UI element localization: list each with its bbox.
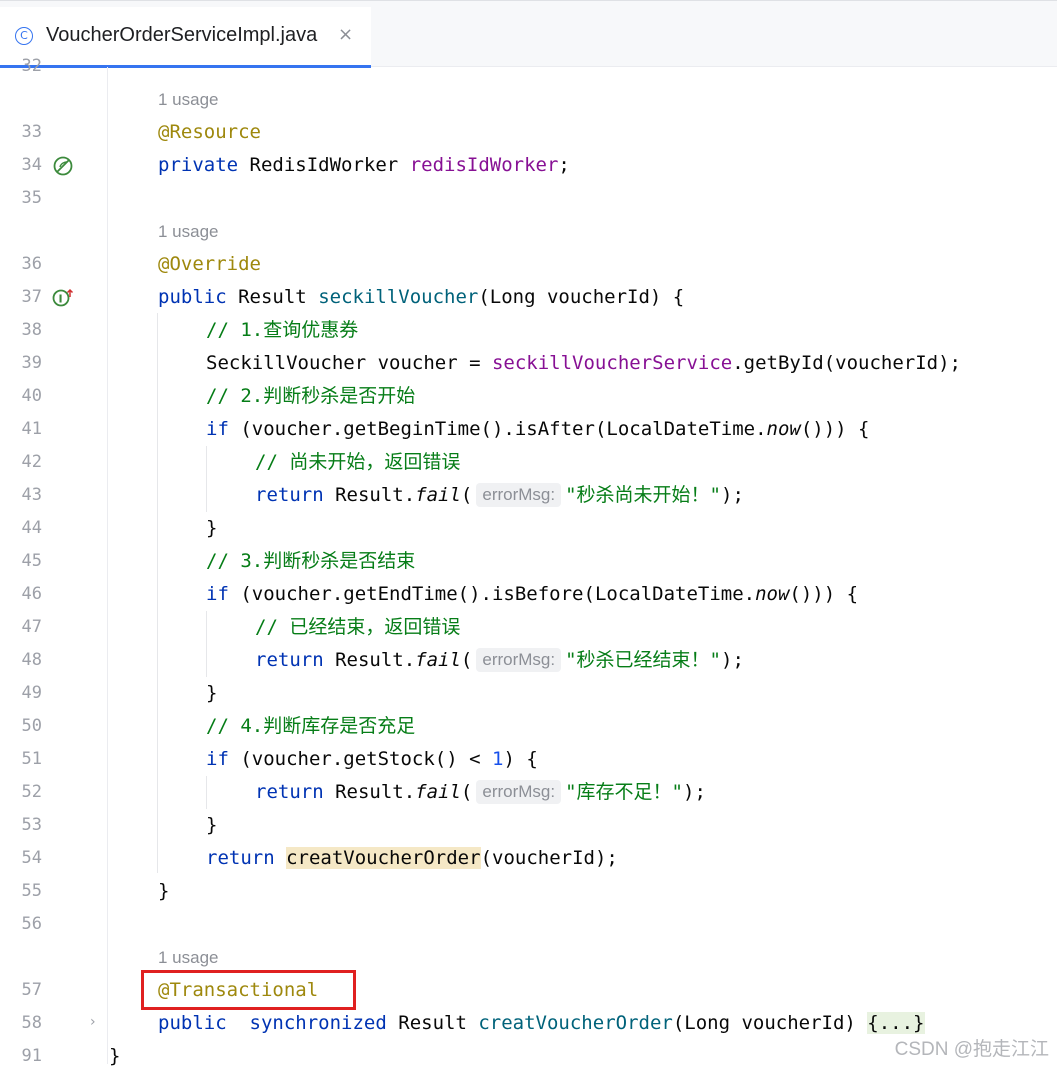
code-text: private RedisIdWorker redisIdWorker; xyxy=(158,154,570,176)
parameter-hint: errorMsg: xyxy=(476,648,562,672)
chevron-right-icon[interactable]: › xyxy=(90,1014,96,1030)
code-line: 53 } xyxy=(0,809,1057,842)
code-line: 41 if (voucher.getBeginTime().isAfter(Lo… xyxy=(0,413,1057,446)
code-comment: // 4.判断库存是否充足 xyxy=(206,715,416,737)
code-text: public synchronized Result creatVoucherO… xyxy=(158,1012,925,1034)
line-number: 43 xyxy=(21,485,42,505)
code-line: 34 private RedisIdWorker redisIdWorker; xyxy=(0,149,1057,182)
code-text: @Override xyxy=(158,253,261,275)
line-number: 42 xyxy=(21,452,42,472)
code-line: 55 } xyxy=(0,875,1057,908)
code-line: 39 SeckillVoucher voucher = seckillVouch… xyxy=(0,347,1057,380)
line-number: 32 xyxy=(21,56,42,76)
line-number: 47 xyxy=(21,617,42,637)
code-text: if (voucher.getEndTime().isBefore(LocalD… xyxy=(206,583,859,605)
code-text: return creatVoucherOrder(voucherId); xyxy=(206,847,618,869)
code-line: 47 // 已经结束，返回错误 xyxy=(0,611,1057,644)
line-number: 45 xyxy=(21,551,42,571)
code-line: 42 // 尚未开始，返回错误 xyxy=(0,446,1057,479)
tab-title: VoucherOrderServiceImpl.java xyxy=(46,24,318,46)
line-number: 53 xyxy=(21,815,42,835)
code-line: 52 return Result.fail(errorMsg: "库存不足！"); xyxy=(0,776,1057,809)
code-line: 56 xyxy=(0,908,1057,941)
parameter-hint: errorMsg: xyxy=(476,780,562,804)
code-line: 35 xyxy=(0,182,1057,215)
watermark: CSDN @抱走江江 xyxy=(894,1039,1049,1060)
highlighted-usage[interactable]: creatVoucherOrder xyxy=(286,847,481,869)
code-text: if (voucher.getBeginTime().isAfter(Local… xyxy=(206,418,870,440)
code-text: if (voucher.getStock() < 1) { xyxy=(206,748,538,770)
code-text: } xyxy=(158,880,170,902)
code-text: } xyxy=(206,517,218,539)
line-number: 37 xyxy=(21,287,42,307)
code-line: 50 // 4.判断库存是否充足 xyxy=(0,710,1057,743)
usage-hint[interactable]: 1 usage xyxy=(158,215,219,248)
code-line: 37 I public Result seckillVoucher(Long v… xyxy=(0,281,1057,314)
code-text: return Result.fail(errorMsg: "秒杀尚未开始！"); xyxy=(255,483,744,507)
code-line: 44 } xyxy=(0,512,1057,545)
code-text: SeckillVoucher voucher = seckillVoucherS… xyxy=(206,352,961,374)
code-comment: // 3.判断秒杀是否结束 xyxy=(206,550,416,572)
line-number: 50 xyxy=(21,716,42,736)
code-text: } xyxy=(109,1045,121,1067)
line-number: 51 xyxy=(21,749,42,769)
code-line: 40 // 2.判断秒杀是否开始 xyxy=(0,380,1057,413)
code-line: 54 return creatVoucherOrder(voucherId); xyxy=(0,842,1057,875)
code-text: @Resource xyxy=(158,121,261,143)
code-line: 49 } xyxy=(0,677,1057,710)
code-comment: // 已经结束，返回错误 xyxy=(255,616,461,638)
code-line: 43 return Result.fail(errorMsg: "秒杀尚未开始！"… xyxy=(0,479,1057,512)
line-number: 38 xyxy=(21,320,42,340)
code-comment: // 2.判断秒杀是否开始 xyxy=(206,385,416,407)
line-number: 41 xyxy=(21,419,42,439)
line-number: 35 xyxy=(21,188,42,208)
line-number: 34 xyxy=(21,155,42,175)
line-number: 40 xyxy=(21,386,42,406)
line-number: 52 xyxy=(21,782,42,802)
close-icon[interactable]: × xyxy=(338,24,353,45)
usage-hint[interactable]: 1 usage xyxy=(158,83,219,116)
line-number: 39 xyxy=(21,353,42,373)
code-line: 51 if (voucher.getStock() < 1) { xyxy=(0,743,1057,776)
code-text: return Result.fail(errorMsg: "秒杀已经结束！"); xyxy=(255,648,744,672)
folded-code-block[interactable]: {...} xyxy=(867,1012,925,1034)
code-line: 36 @Override xyxy=(0,248,1057,281)
code-line: 45 // 3.判断秒杀是否结束 xyxy=(0,545,1057,578)
parameter-hint: errorMsg: xyxy=(476,483,562,507)
line-number: 54 xyxy=(21,848,42,868)
code-comment: // 尚未开始，返回错误 xyxy=(255,451,461,473)
bean-navigate-icon[interactable] xyxy=(52,155,74,181)
class-icon: C xyxy=(15,27,33,45)
code-text: } xyxy=(206,814,218,836)
line-number: 46 xyxy=(21,584,42,604)
line-number: 56 xyxy=(21,914,42,934)
line-number: 57 xyxy=(21,980,42,1000)
code-line: 33 @Resource xyxy=(0,116,1057,149)
implements-method-icon[interactable]: I xyxy=(52,287,76,313)
line-number: 36 xyxy=(21,254,42,274)
line-number: 49 xyxy=(21,683,42,703)
code-text: return Result.fail(errorMsg: "库存不足！"); xyxy=(255,780,706,804)
code-line: 38 // 1.查询优惠券 xyxy=(0,314,1057,347)
line-number: 58 xyxy=(21,1013,42,1033)
code-text: public Result seckillVoucher(Long vouche… xyxy=(158,286,685,308)
code-line: 48 return Result.fail(errorMsg: "秒杀已经结束！"… xyxy=(0,644,1057,677)
line-number: 91 xyxy=(21,1046,42,1066)
line-number: 48 xyxy=(21,650,42,670)
code-line: 32 xyxy=(0,50,1057,83)
code-line: 46 if (voucher.getEndTime().isBefore(Loc… xyxy=(0,578,1057,611)
code-comment: // 1.查询优惠券 xyxy=(206,319,359,341)
line-number: 55 xyxy=(21,881,42,901)
line-number: 33 xyxy=(21,122,42,142)
annotation-highlight-box xyxy=(141,970,356,1010)
code-text: } xyxy=(206,682,218,704)
line-number: 44 xyxy=(21,518,42,538)
svg-text:I: I xyxy=(59,293,63,306)
